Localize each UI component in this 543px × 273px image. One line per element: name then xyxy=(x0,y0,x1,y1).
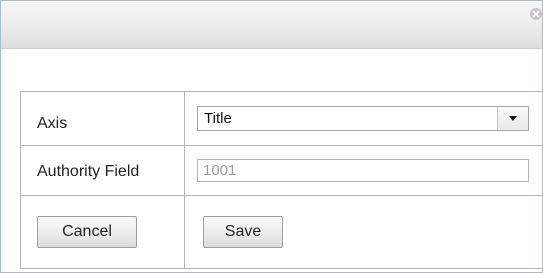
authority-field-input[interactable] xyxy=(197,159,529,182)
axis-selected-value: Title xyxy=(204,110,232,127)
row-divider xyxy=(21,145,543,146)
triangle-down-icon xyxy=(509,116,517,121)
axis-dropdown-button[interactable] xyxy=(497,107,528,130)
close-circle-icon xyxy=(532,10,540,18)
dialog-titlebar xyxy=(1,1,542,49)
cancel-button[interactable]: Cancel xyxy=(37,216,137,248)
axis-label: Axis xyxy=(37,115,68,132)
dialog: Axis Title Authority Field Cancel Save xyxy=(0,0,543,273)
close-button[interactable] xyxy=(530,8,542,20)
axis-select[interactable]: Title xyxy=(197,106,529,131)
settings-form-table: Axis Title Authority Field Cancel Save xyxy=(20,91,543,269)
authority-field-label: Authority Field xyxy=(37,163,140,180)
row-divider xyxy=(21,195,543,196)
column-divider xyxy=(184,92,185,268)
save-button[interactable]: Save xyxy=(203,216,283,248)
